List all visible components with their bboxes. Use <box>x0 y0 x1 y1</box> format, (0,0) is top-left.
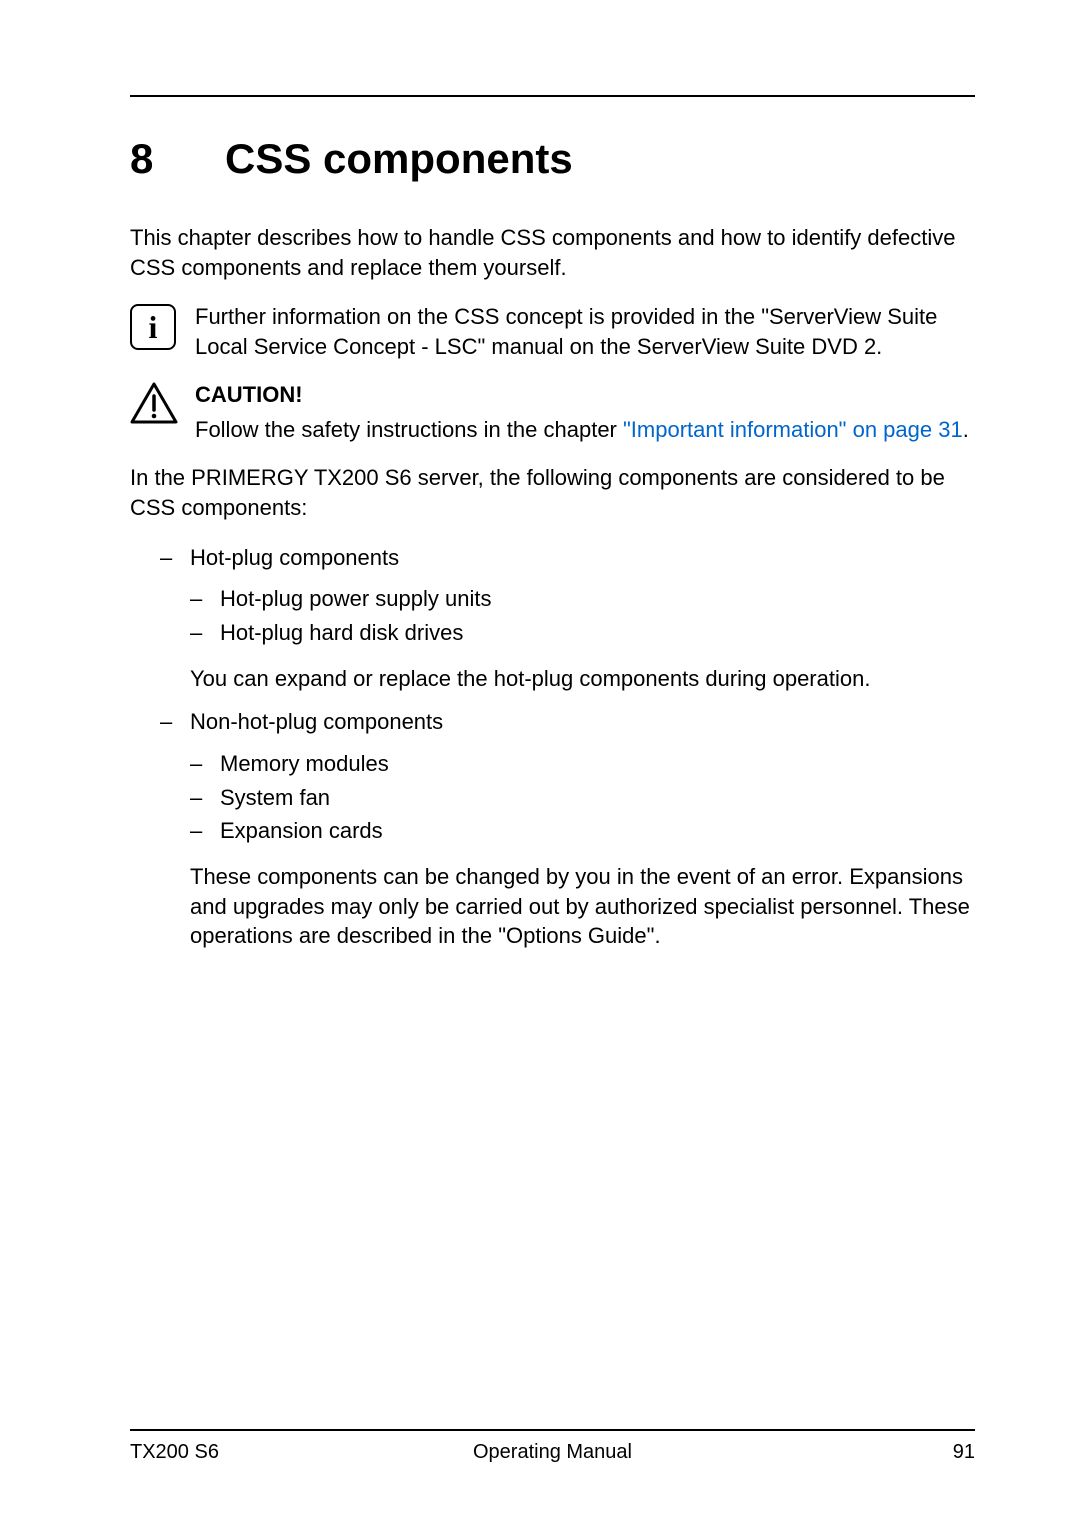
list-item: – Memory modules <box>190 749 975 779</box>
caution-link[interactable]: "Important information" on page 31 <box>623 417 963 442</box>
caution-icon <box>130 382 178 426</box>
info-icon-wrap: i <box>130 302 195 350</box>
list-item: – Hot-plug power supply units <box>190 584 975 614</box>
component-list: – Hot-plug components – Hot-plug power s… <box>130 543 975 952</box>
list-item-note: These components can be changed by you i… <box>160 862 975 951</box>
page-footer: TX200 S6 Operating Manual 91 <box>130 1429 975 1464</box>
caution-content: CAUTION! Follow the safety instructions … <box>195 380 975 445</box>
info-glyph: i <box>149 311 158 343</box>
top-rule <box>130 95 975 97</box>
page-content: 8 CSS components This chapter describes … <box>0 0 1080 951</box>
list-item-note: You can expand or replace the hot-plug c… <box>160 664 975 694</box>
dash-icon: – <box>160 543 190 573</box>
footer-center: Operating Manual <box>130 1441 975 1464</box>
list-item: – Hot-plug hard disk drives <box>190 618 975 648</box>
caution-icon-wrap <box>130 380 195 431</box>
dash-icon: – <box>190 749 220 779</box>
sublist-item-label: Hot-plug hard disk drives <box>220 618 463 648</box>
sublist-item-label: Memory modules <box>220 749 389 779</box>
list-item: – Non-hot-plug components – Memory modul… <box>160 707 975 951</box>
list-item: – Expansion cards <box>190 816 975 846</box>
dash-icon: – <box>190 584 220 614</box>
sublist-item-label: System fan <box>220 783 330 813</box>
dash-icon: – <box>190 618 220 648</box>
sublist: – Hot-plug power supply units – Hot-plug… <box>160 584 975 647</box>
caution-note: CAUTION! Follow the safety instructions … <box>130 380 975 445</box>
info-note-text: Further information on the CSS concept i… <box>195 302 975 361</box>
dash-icon: – <box>190 783 220 813</box>
body-after-caution: In the PRIMERGY TX200 S6 server, the fol… <box>130 463 975 522</box>
info-icon: i <box>130 304 176 350</box>
dash-icon: – <box>160 707 190 737</box>
sublist-item-label: Expansion cards <box>220 816 383 846</box>
caution-text-before: Follow the safety instructions in the ch… <box>195 417 623 442</box>
info-note: i Further information on the CSS concept… <box>130 302 975 361</box>
sublist-item-label: Hot-plug power supply units <box>220 584 491 614</box>
sublist: – Memory modules – System fan – Expansio… <box>160 749 975 846</box>
dash-icon: – <box>190 816 220 846</box>
list-item-label: Non-hot-plug components <box>190 707 443 737</box>
caution-text-after: . <box>963 417 969 442</box>
caution-text: Follow the safety instructions in the ch… <box>195 415 975 445</box>
chapter-heading: 8 CSS components <box>130 135 975 183</box>
list-item: – Hot-plug components – Hot-plug power s… <box>160 543 975 694</box>
caution-heading: CAUTION! <box>195 380 975 410</box>
intro-paragraph: This chapter describes how to handle CSS… <box>130 223 975 282</box>
list-item-label: Hot-plug components <box>190 543 399 573</box>
chapter-title: CSS components <box>225 135 573 183</box>
chapter-number: 8 <box>130 135 225 183</box>
list-item: – System fan <box>190 783 975 813</box>
